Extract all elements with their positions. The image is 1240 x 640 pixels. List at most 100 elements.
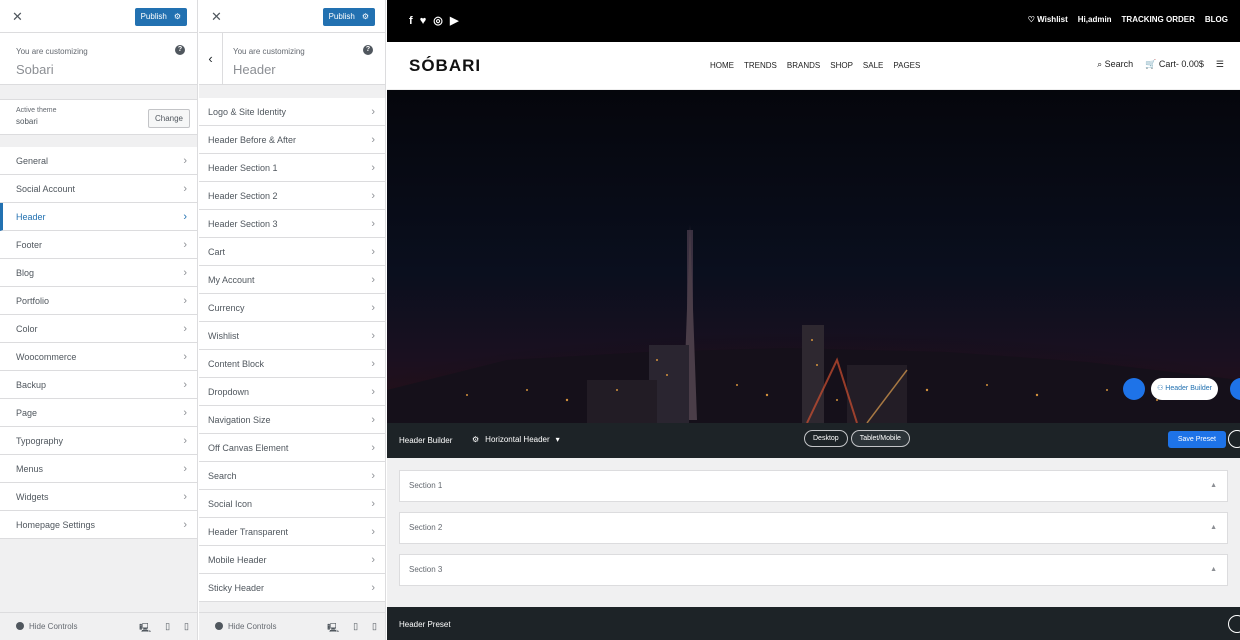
menu-item[interactable]: Header Section 3 › <box>199 210 385 238</box>
menu-item[interactable]: Header › <box>0 203 197 231</box>
search-label: Search <box>1104 59 1134 69</box>
chevron-right-icon: › <box>371 526 375 538</box>
blog-link[interactable]: BLOG <box>1205 15 1228 24</box>
cart-icon: 🛒 <box>1145 59 1159 69</box>
chevron-right-icon: › <box>371 554 375 566</box>
builder-section-row[interactable]: Section 1 ▲ <box>399 470 1228 502</box>
publish-button[interactable]: Publish ⚙ <box>322 8 375 26</box>
collapse-icon[interactable] <box>1228 430 1240 448</box>
menu-item[interactable]: Header Before & After › <box>199 126 385 154</box>
menu-item[interactable]: Dropdown › <box>199 378 385 406</box>
menu-item[interactable]: Sticky Header › <box>199 574 385 602</box>
menu-item[interactable]: Mobile Header › <box>199 546 385 574</box>
menu-item[interactable]: General › <box>0 147 197 175</box>
menu-item[interactable]: Widgets › <box>0 483 197 511</box>
builder-section-row[interactable]: Section 3 ▲ <box>399 554 1228 586</box>
menu-item[interactable]: Blog › <box>0 259 197 287</box>
menu-item[interactable]: Social Icon › <box>199 490 385 518</box>
hide-controls-button[interactable]: Hide Controls <box>29 622 77 631</box>
wishlist-label: Wishlist <box>1037 15 1068 24</box>
gear-icon[interactable]: ⚙ <box>362 8 369 26</box>
tablet-icon[interactable]: ▯ <box>165 621 170 637</box>
menu-item[interactable]: Wishlist › <box>199 322 385 350</box>
customizer-panel-main: ✕ Publish ⚙ You are customizing Sobari ? … <box>0 0 198 640</box>
hide-controls-button[interactable]: Hide Controls <box>228 622 276 631</box>
mobile-icon[interactable]: ▯ <box>184 621 189 637</box>
menu-item[interactable]: Logo & Site Identity › <box>199 98 385 126</box>
menu-item-label: Header Section 3 <box>208 219 278 229</box>
menu-item[interactable]: Content Block › <box>199 350 385 378</box>
wishlist-link[interactable]: ♡ Wishlist <box>1028 15 1068 24</box>
builder-circle-button[interactable] <box>1123 378 1146 400</box>
menu-item-label: Footer <box>16 240 43 250</box>
tab-desktop[interactable]: Desktop <box>804 430 848 447</box>
menu-item[interactable]: Social Account › <box>0 175 197 203</box>
panel-menu: General › Social Account › Header › Footer › Blo… <box>0 147 197 539</box>
social-icons[interactable]: f ♥ ◎ ▶ <box>409 14 460 27</box>
menu-item[interactable]: Header Section 2 › <box>199 182 385 210</box>
expand-icon[interactable] <box>1228 615 1240 633</box>
menu-item[interactable]: Woocommerce › <box>0 343 197 371</box>
chevron-right-icon: › <box>371 414 375 426</box>
mobile-icon[interactable]: ▯ <box>372 621 377 637</box>
collapse-arrow-icon[interactable]: ▲ <box>1210 513 1217 543</box>
header-type-dropdown[interactable]: ⚙ Horizontal Header ▾ <box>472 435 560 444</box>
menu-item[interactable]: Page › <box>0 399 197 427</box>
tablet-icon[interactable]: ▯ <box>353 621 358 637</box>
menu-item[interactable]: Currency › <box>199 294 385 322</box>
help-icon[interactable]: ? <box>175 45 185 55</box>
menu-item-label: Header <box>16 212 46 222</box>
change-theme-button[interactable]: Change <box>147 109 190 128</box>
menu-item[interactable]: My Account › <box>199 266 385 294</box>
menu-item[interactable]: Footer › <box>0 231 197 259</box>
help-icon[interactable]: ? <box>363 45 373 55</box>
desktop-icon[interactable]: 🖳 <box>327 621 339 637</box>
tracking-order-link[interactable]: TRACKING ORDER <box>1122 15 1195 24</box>
save-preset-button[interactable]: Save Preset <box>1167 431 1226 448</box>
search-link[interactable]: ⌕ Search <box>1097 59 1133 70</box>
menu-item[interactable]: Off Canvas Element › <box>199 434 385 462</box>
close-icon[interactable]: ✕ <box>12 9 23 25</box>
chevron-right-icon: › <box>183 463 187 475</box>
hide-controls-icon[interactable] <box>215 622 223 630</box>
menu-item[interactable]: Portfolio › <box>0 287 197 315</box>
menu-item[interactable]: Search › <box>199 462 385 490</box>
panel-topbar: ✕ Publish ⚙ <box>0 0 197 33</box>
cart-link[interactable]: 🛒 Cart- 0.00$ <box>1145 59 1204 70</box>
header-type-label: Horizontal Header <box>485 435 550 444</box>
collapse-arrow-icon[interactable]: ▲ <box>1210 471 1217 501</box>
nav-link[interactable]: BRANDS <box>787 61 820 70</box>
desktop-icon[interactable]: 🖳 <box>139 621 151 637</box>
menu-item[interactable]: Header Transparent › <box>199 518 385 546</box>
chevron-right-icon: › <box>371 582 375 594</box>
hide-controls-icon[interactable] <box>16 622 24 630</box>
back-arrow-icon[interactable]: ‹ <box>199 33 223 85</box>
menu-item-label: Social Account <box>16 184 76 194</box>
menu-icon[interactable]: ☰ <box>1216 59 1224 70</box>
tab-tablet-mobile[interactable]: Tablet/Mobile <box>850 430 910 447</box>
menu-item[interactable]: Navigation Size › <box>199 406 385 434</box>
menu-item[interactable]: Typography › <box>0 427 197 455</box>
header-builder-button[interactable]: ⚇ Header Builder <box>1151 378 1218 400</box>
nav-link[interactable]: SALE <box>863 61 883 70</box>
nav-link[interactable]: SHOP <box>830 61 853 70</box>
nav-link[interactable]: HOME <box>710 61 734 70</box>
nav-link[interactable]: TRENDS <box>744 61 777 70</box>
builder-section-row[interactable]: Section 2 ▲ <box>399 512 1228 544</box>
menu-item[interactable]: Backup › <box>0 371 197 399</box>
close-icon[interactable]: ✕ <box>211 9 222 25</box>
panel-footer: Hide Controls 🖳 ▯ ▯ <box>0 612 197 640</box>
publish-button[interactable]: Publish ⚙ <box>134 8 187 26</box>
menu-item[interactable]: Homepage Settings › <box>0 511 197 539</box>
customizing-info: You are customizing Sobari ? <box>0 33 197 85</box>
user-link[interactable]: Hi,admin <box>1078 15 1112 24</box>
gear-icon[interactable]: ⚙ <box>174 8 181 26</box>
nav-link[interactable]: PAGES <box>893 61 920 70</box>
menu-item-label: General <box>16 156 49 166</box>
menu-item[interactable]: Menus › <box>0 455 197 483</box>
menu-item[interactable]: Header Section 1 › <box>199 154 385 182</box>
menu-item[interactable]: Cart › <box>199 238 385 266</box>
site-logo[interactable]: SÓBARI <box>409 56 481 76</box>
menu-item[interactable]: Color › <box>0 315 197 343</box>
collapse-arrow-icon[interactable]: ▲ <box>1210 555 1217 585</box>
